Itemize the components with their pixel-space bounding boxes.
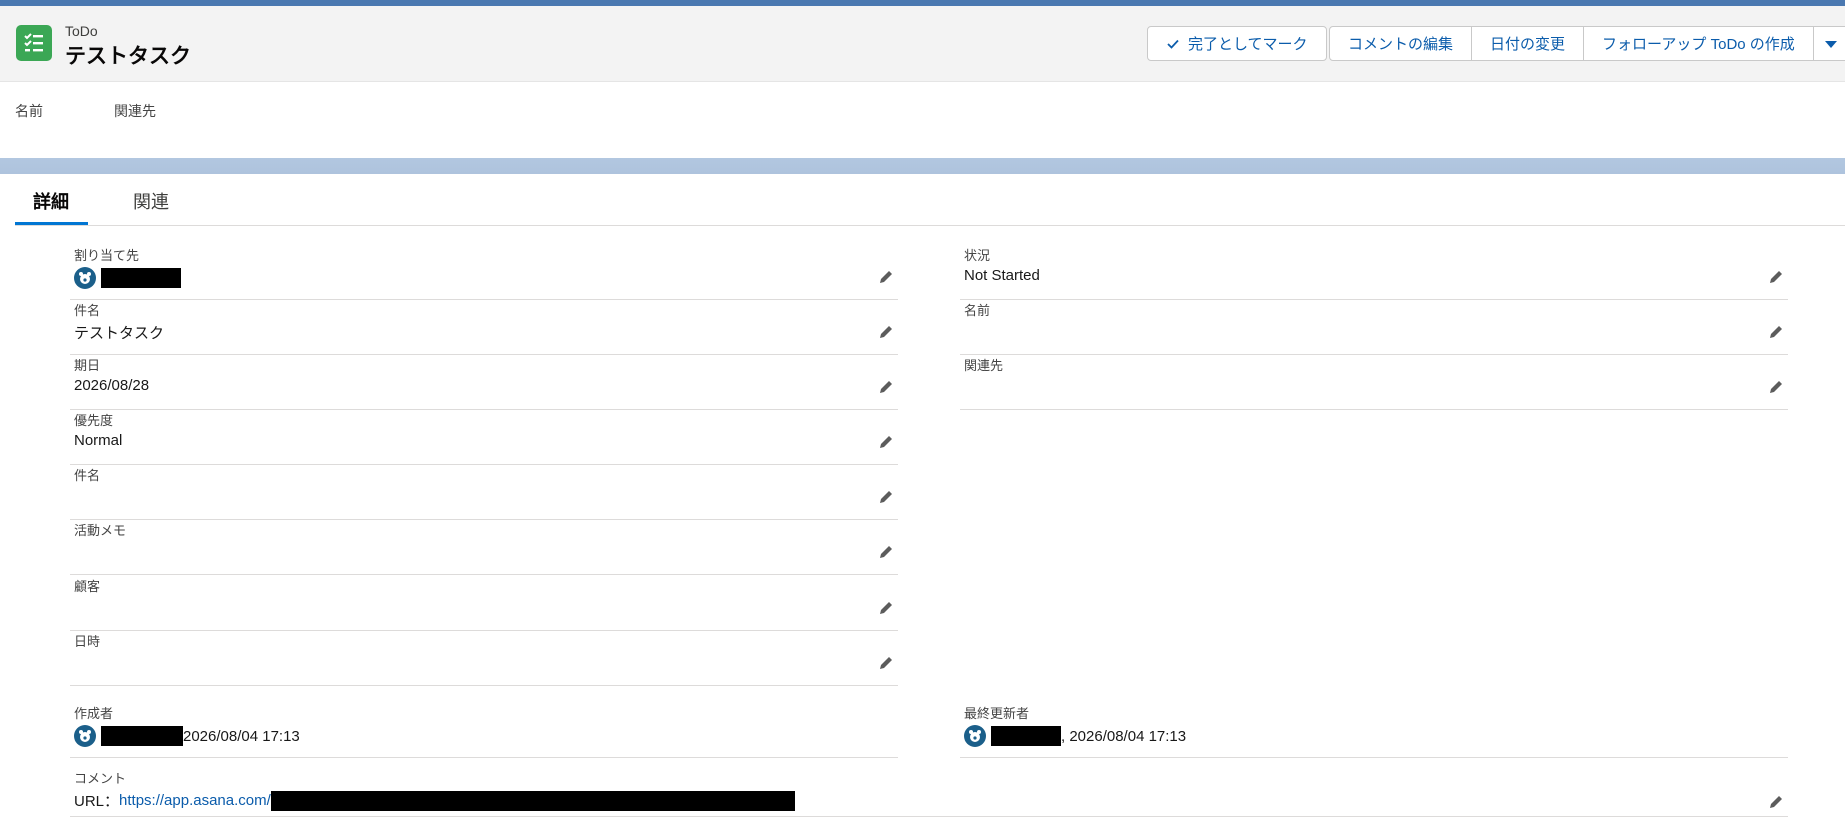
tab-related[interactable]: 関連 [133,188,169,214]
task-list-icon [16,25,52,61]
field-label: 件名 [74,303,101,318]
field-value [74,267,181,289]
field-created-by: 作成者 2026/08/04 17:13 [70,703,898,758]
field-value: Not Started [964,267,1040,284]
mark-complete-label: 完了としてマーク [1188,36,1308,53]
field-datetime: 日時 [70,631,898,686]
object-type-label: ToDo [65,23,98,39]
field-label: 優先度 [74,413,114,428]
field-assigned-to: 割り当て先 [70,245,898,300]
section-divider-band [0,158,1845,174]
pencil-edit-icon[interactable] [1768,269,1784,285]
field-related-to: 関連先 [960,355,1788,410]
field-label: 最終更新者 [964,706,1030,721]
comment-url-link[interactable]: https://app.asana.com/ [119,792,271,809]
field-name: 名前 [960,300,1788,355]
mark-complete-group: 完了としてマーク [1147,26,1327,61]
change-date-button[interactable]: 日付の変更 [1472,26,1585,61]
field-label: 作成者 [74,706,114,721]
field-label: 名前 [964,303,991,318]
pencil-edit-icon[interactable] [878,434,894,450]
user-avatar-icon [74,725,96,747]
pencil-edit-icon[interactable] [1768,794,1784,810]
field-status: 状況 Not Started [960,245,1788,300]
record-title: テストタスク [65,45,191,68]
pencil-edit-icon[interactable] [878,655,894,671]
redacted-user-name[interactable] [991,726,1061,746]
field-priority: 優先度 Normal [70,410,898,465]
highlight-related-label: 関連先 [114,103,156,119]
active-tab-indicator [15,222,88,225]
field-value: URL： https://app.asana.com/ [74,790,795,811]
check-icon [1167,39,1179,49]
action-button-group: コメントの編集 日付の変更 フォローアップ ToDo の作成 [1329,26,1845,61]
field-value: テストタスク [74,325,165,342]
field-label: 顧客 [74,579,101,594]
field-value: 2026/08/28 [74,377,150,394]
field-subject-2: 件名 [70,465,898,520]
user-avatar-icon [964,725,986,747]
highlights-panel: 名前 関連先 [0,82,1845,158]
redacted-user-name[interactable] [101,268,181,288]
field-label: コメント [74,771,127,786]
field-label: 状況 [964,248,991,263]
pencil-edit-icon[interactable] [878,544,894,560]
pencil-edit-icon[interactable] [878,600,894,616]
redacted-user-name[interactable] [101,726,183,746]
field-label: 日時 [74,634,101,649]
pencil-edit-icon[interactable] [1768,379,1784,395]
chevron-down-icon [1824,40,1837,48]
user-avatar-icon [74,267,96,289]
modified-timestamp: , 2026/08/04 17:13 [1061,727,1187,745]
field-activity-memo: 活動メモ [70,520,898,575]
highlight-name-label: 名前 [15,103,43,119]
more-actions-button[interactable] [1813,26,1845,61]
record-header: ToDo テストタスク 完了としてマーク コメントの編集 日付の変更 フォローア… [0,6,1845,82]
created-timestamp: 2026/08/04 17:13 [183,727,300,745]
edit-comment-button[interactable]: コメントの編集 [1329,26,1473,61]
pencil-edit-icon[interactable] [878,489,894,505]
field-subject: 件名 テストタスク [70,300,898,355]
tab-details[interactable]: 詳細 [33,188,69,214]
field-value: , 2026/08/04 17:13 [964,725,1186,747]
field-last-modified-by: 最終更新者 , 2026/08/04 17:13 [960,703,1788,758]
tab-bar: 詳細 関連 [15,178,1845,226]
field-due-date: 期日 2026/08/28 [70,355,898,410]
pencil-edit-icon[interactable] [878,324,894,340]
field-label: 件名 [74,468,101,483]
create-followup-button[interactable]: フォローアップ ToDo の作成 [1584,26,1814,61]
comment-prefix: URL： [74,793,120,810]
field-value: Normal [74,432,123,449]
mark-complete-button[interactable]: 完了としてマーク [1147,26,1327,61]
pencil-edit-icon[interactable] [878,379,894,395]
field-label: 割り当て先 [74,248,140,263]
field-value: 2026/08/04 17:13 [74,725,300,747]
field-label: 活動メモ [74,523,127,538]
pencil-edit-icon[interactable] [1768,324,1784,340]
redacted-url-path [270,790,795,811]
field-comment: コメント URL： https://app.asana.com/ [70,768,1788,817]
field-label: 期日 [74,358,101,373]
field-label: 関連先 [964,358,1004,373]
field-customer: 顧客 [70,576,898,631]
pencil-edit-icon[interactable] [878,269,894,285]
